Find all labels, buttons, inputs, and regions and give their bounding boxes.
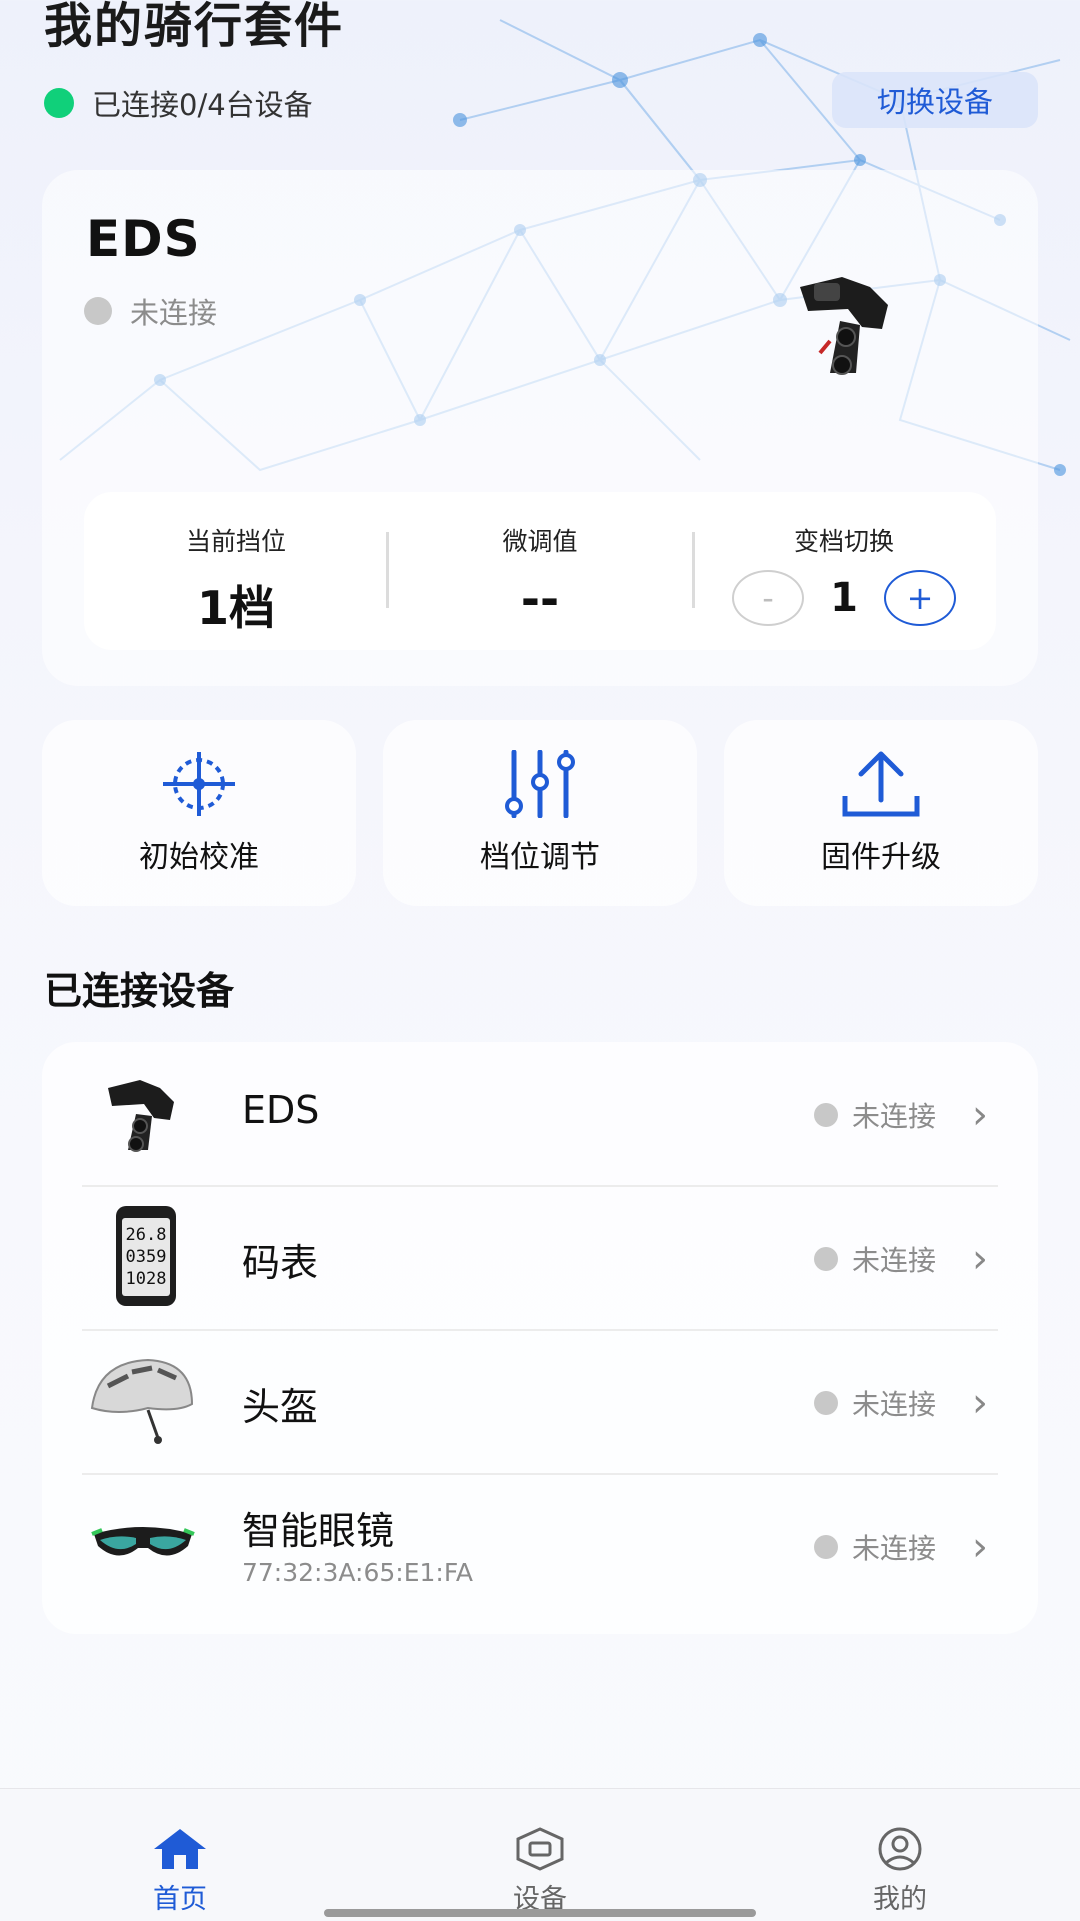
initial-calibration-label: 初始校准	[139, 840, 259, 875]
chevron-right-icon: ›	[972, 1380, 988, 1426]
device-row-smart-glasses[interactable]: 智能眼镜 77:32:3A:65:E1:FA 未连接 ›	[42, 1474, 1038, 1618]
switch-device-button[interactable]: 切换设备	[832, 72, 1038, 128]
device-name: 智能眼镜	[242, 1509, 395, 1553]
gear-adjust-button[interactable]: 档位调节	[383, 720, 697, 906]
shift-value: 1	[830, 575, 858, 621]
device-status: 未连接	[814, 1239, 936, 1279]
display-line3: 1028	[126, 1269, 167, 1289]
fine-tune-label: 微调值	[502, 527, 578, 556]
current-gear-label: 当前挡位	[185, 527, 286, 556]
device-status-text: 未连接	[852, 1532, 937, 1565]
home-indicator	[324, 1909, 756, 1917]
chevron-right-icon: ›	[972, 1092, 988, 1138]
tab-profile-label: 我的	[873, 1884, 927, 1915]
device-status-text: 未连接	[852, 1244, 937, 1277]
disconnected-status-dot	[84, 297, 112, 325]
glasses-thumbnail	[91, 1527, 195, 1556]
device-row-helmet[interactable]: 头盔 未连接 ›	[42, 1330, 1038, 1474]
gear-stats-panel: 当前挡位 1档 微调值 -- 变档切换 - 1 +	[84, 492, 996, 650]
tab-home-label: 首页	[153, 1884, 207, 1915]
connected-devices-title: 已连接设备	[44, 969, 235, 1013]
page-title: 我的骑行套件	[44, 0, 345, 54]
upload-icon	[842, 751, 920, 817]
disconnected-status-dot	[814, 1103, 838, 1127]
shift-control: 变档切换 - 1 +	[692, 492, 996, 650]
device-name: 码表	[242, 1241, 319, 1285]
stat-divider	[692, 532, 695, 608]
bike-computer-thumbnail: 26.8 0359 1028	[116, 1206, 176, 1306]
device-name: 头盔	[242, 1385, 319, 1429]
disconnected-status-dot	[814, 1391, 838, 1415]
chevron-right-icon: ›	[972, 1236, 988, 1282]
profile-icon	[878, 1827, 922, 1871]
sliders-icon	[505, 750, 575, 818]
device-status: 未连接	[814, 1095, 936, 1135]
device-status-text: 未连接	[852, 1100, 937, 1133]
connection-summary: 已连接0/4台设备	[44, 82, 313, 124]
shift-up-button[interactable]: +	[884, 570, 956, 626]
bottom-tab-bar: 首页 设备 我的	[0, 1788, 1080, 1921]
stat-divider	[386, 532, 389, 608]
initial-calibration-button[interactable]: 初始校准	[42, 720, 356, 906]
disconnected-status-dot	[814, 1535, 838, 1559]
device-row-eds[interactable]: EDS 未连接 ›	[42, 1042, 1038, 1186]
home-icon	[154, 1829, 206, 1869]
tab-device[interactable]: 设备	[440, 1789, 640, 1916]
tab-home[interactable]: 首页	[80, 1789, 280, 1916]
connection-summary-text: 已连接0/4台设备	[92, 88, 313, 122]
shift-down-button[interactable]: -	[732, 570, 804, 626]
shift-stepper: - 1 +	[732, 570, 956, 626]
device-list: EDS 未连接 › 26.8 0359 1028 码表 未连接 › 头盔 未连接…	[42, 1042, 1038, 1634]
current-gear: 当前挡位 1档	[84, 492, 388, 650]
fine-tune-value: --	[520, 572, 560, 626]
tab-profile[interactable]: 我的	[800, 1789, 1000, 1916]
helmet-thumbnail	[90, 1358, 194, 1444]
device-status-text: 未连接	[852, 1388, 937, 1421]
device-icon	[516, 1827, 564, 1871]
shift-label: 变档切换	[793, 527, 894, 556]
gear-adjust-label: 档位调节	[480, 840, 600, 875]
device-status: 未连接	[814, 1383, 936, 1423]
chevron-right-icon: ›	[972, 1524, 988, 1570]
device-mac-address: 77:32:3A:65:E1:FA	[242, 1558, 474, 1587]
firmware-upgrade-label: 固件升级	[821, 840, 941, 875]
device-row-bike-computer[interactable]: 26.8 0359 1028 码表 未连接 ›	[42, 1186, 1038, 1330]
fine-tune: 微调值 --	[388, 492, 692, 650]
device-status-text: 未连接	[130, 296, 218, 330]
derailleur-image	[800, 277, 888, 375]
firmware-upgrade-button[interactable]: 固件升级	[724, 720, 1038, 906]
display-line1: 26.8	[126, 1225, 167, 1245]
device-name: EDS	[242, 1088, 320, 1132]
device-status: 未连接	[84, 290, 217, 332]
disconnected-status-dot	[814, 1247, 838, 1271]
connected-status-dot	[44, 88, 74, 118]
device-status: 未连接	[814, 1527, 936, 1567]
derailleur-thumbnail	[108, 1080, 174, 1152]
crosshair-icon	[163, 752, 235, 816]
device-name: EDS	[86, 210, 201, 268]
display-line2: 0359	[126, 1247, 167, 1267]
current-gear-value: 1档	[196, 581, 275, 635]
